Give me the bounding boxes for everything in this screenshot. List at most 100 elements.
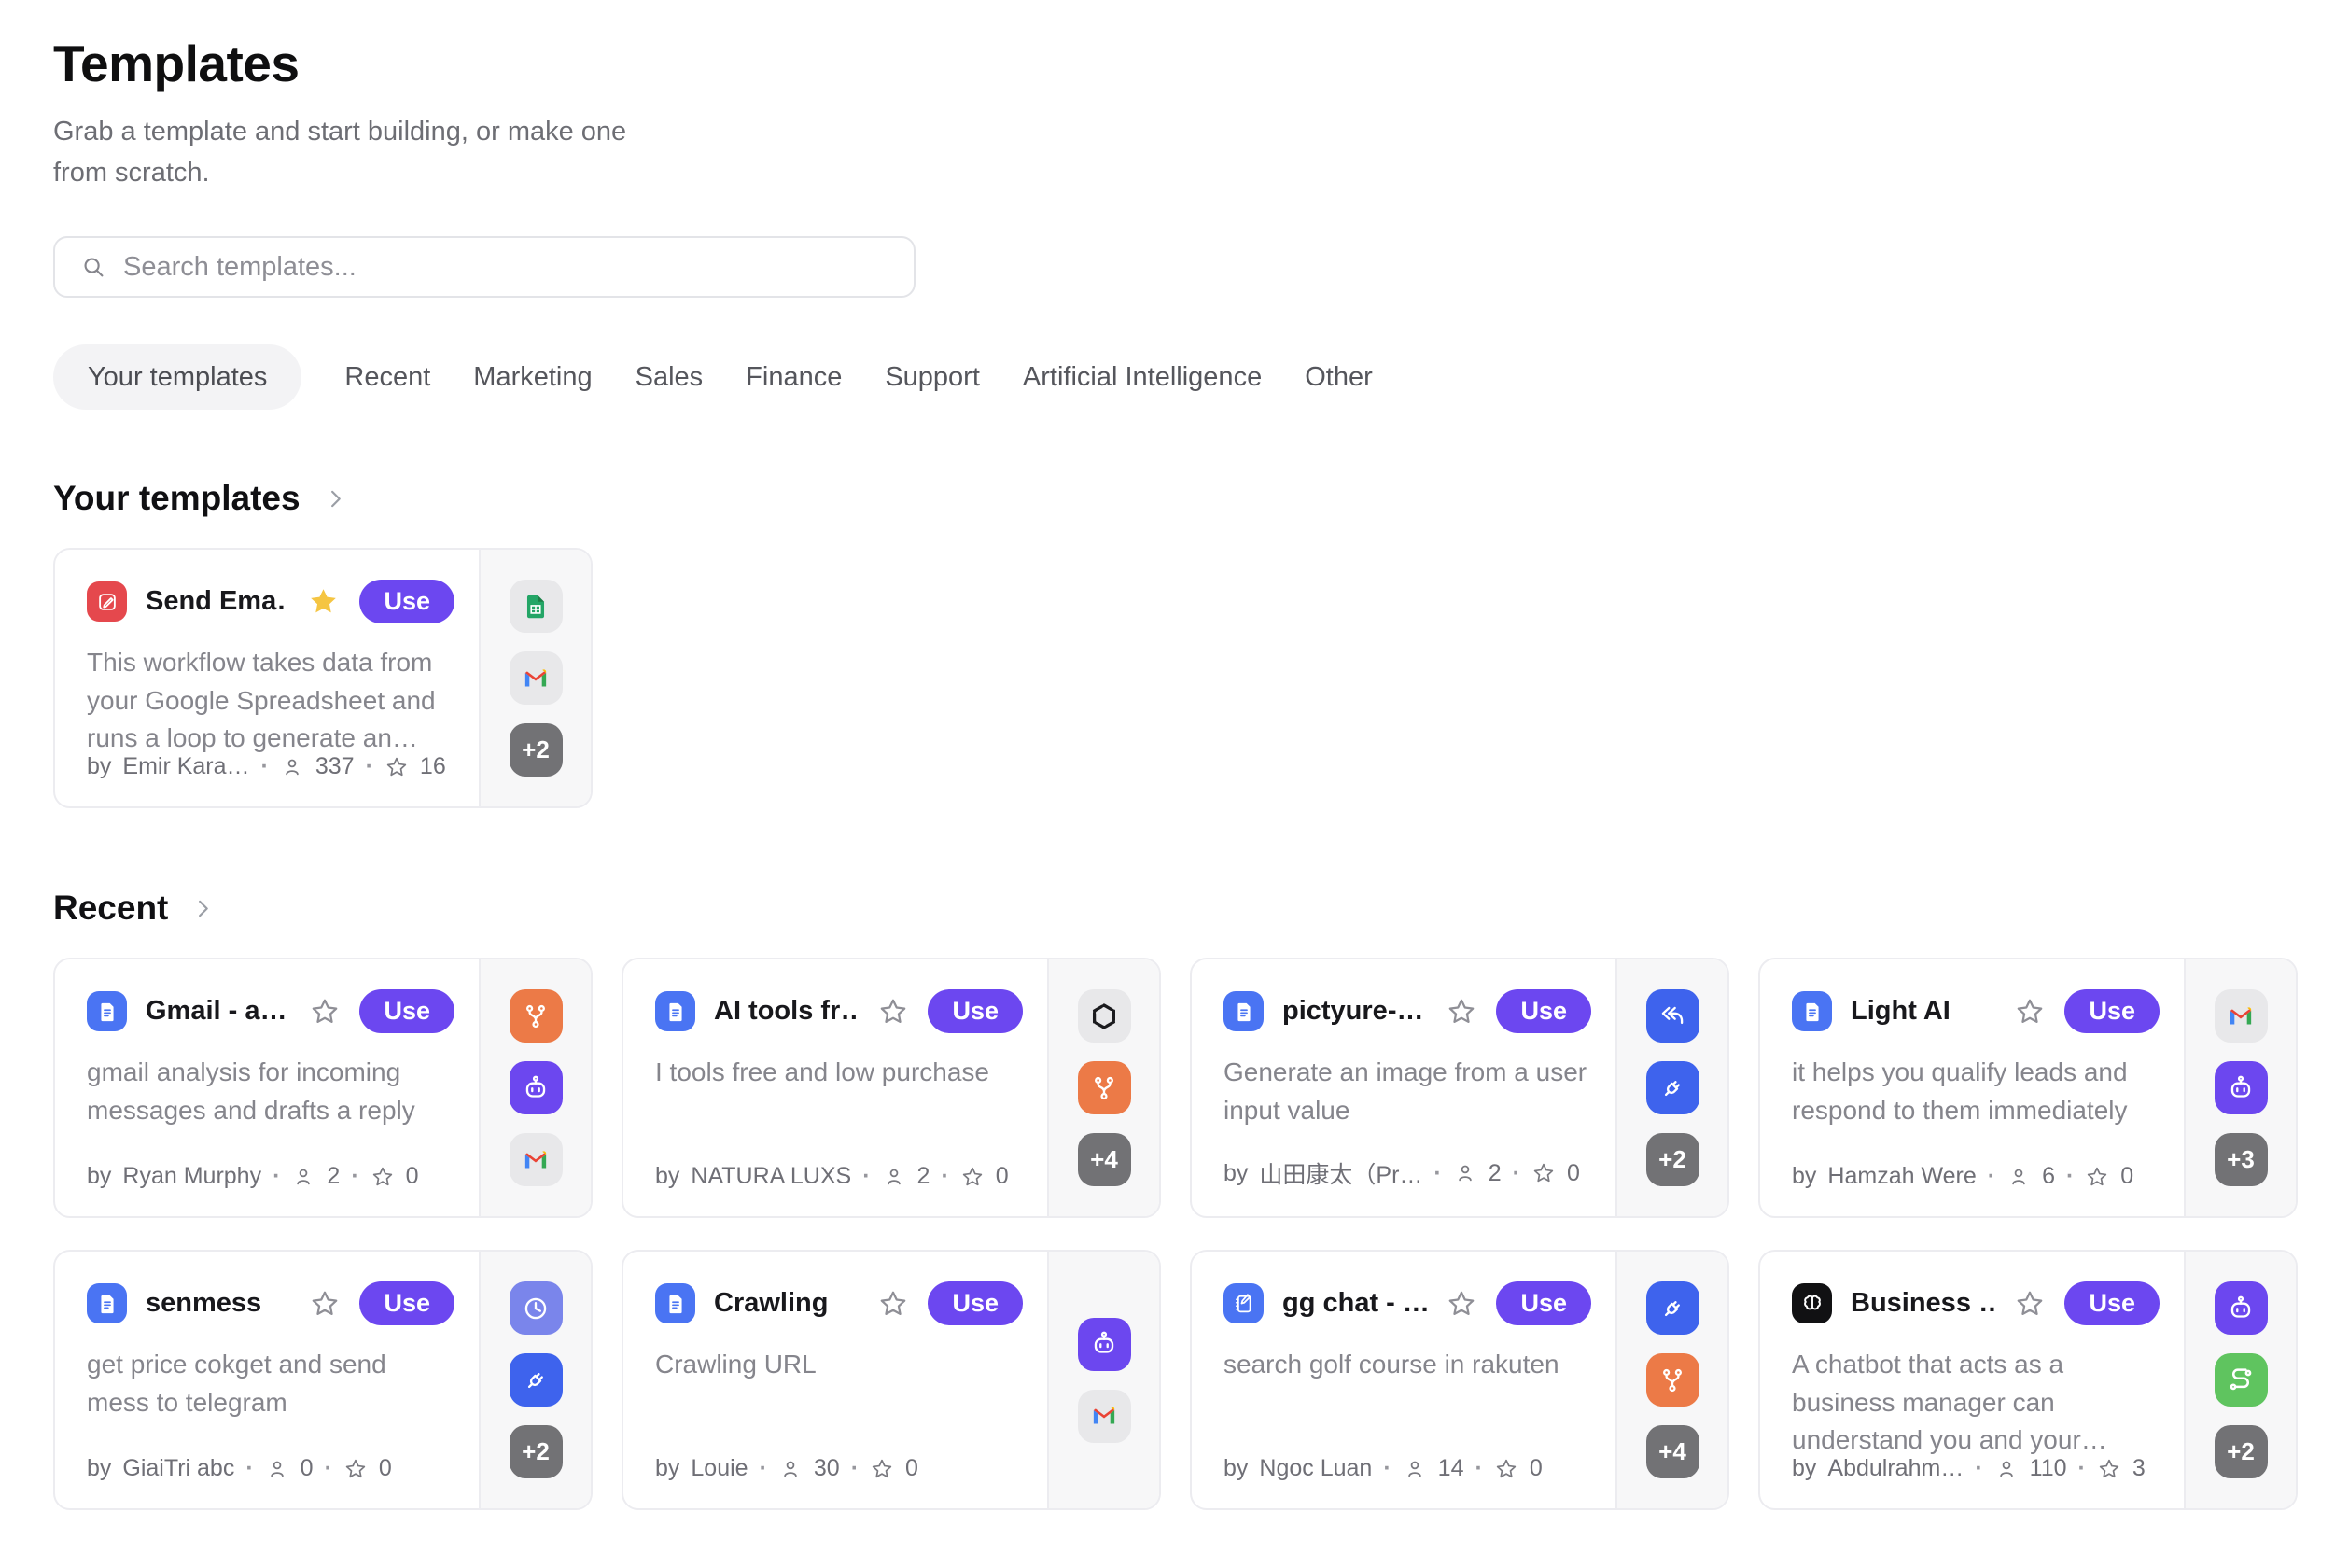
- users-icon: [1403, 1457, 1427, 1481]
- filter-tab[interactable]: Marketing: [473, 344, 592, 410]
- search-icon: [79, 253, 107, 281]
- user-count: 2: [917, 1163, 930, 1190]
- separator-dot: ·: [325, 1455, 332, 1482]
- template-description: I tools free and low purchase: [655, 1054, 1023, 1092]
- section-heading[interactable]: Your templates: [53, 479, 2282, 518]
- filter-tab[interactable]: Your templates: [53, 344, 301, 410]
- integration-icon-tile: +4: [1078, 1133, 1131, 1186]
- star-outline-icon: [1446, 1288, 1477, 1320]
- favorite-star-button[interactable]: [877, 996, 909, 1028]
- more-integrations-badge: +4: [1658, 1437, 1686, 1466]
- card-header: pictyure-… Use: [1223, 989, 1591, 1033]
- favorite-star-button[interactable]: [1446, 996, 1477, 1028]
- more-integrations-badge: +2: [522, 735, 550, 764]
- separator-dot: ·: [273, 1163, 280, 1190]
- filter-tab-label: Sales: [636, 362, 704, 392]
- template-card[interactable]: Light AI Use it helps you qualify leads …: [1758, 958, 2298, 1218]
- search-box[interactable]: [53, 236, 916, 298]
- filter-tab[interactable]: Finance: [746, 344, 842, 410]
- template-meta: by Louie · 30 · 0: [655, 1455, 1023, 1482]
- users-icon: [778, 1457, 803, 1481]
- user-count: 0: [301, 1455, 314, 1482]
- integration-rail: +2: [1615, 959, 1727, 1216]
- more-integrations-badge: +4: [1090, 1145, 1118, 1174]
- integration-icon-tile: +2: [2215, 1425, 2268, 1478]
- use-button[interactable]: Use: [928, 989, 1023, 1033]
- star-count: 0: [379, 1455, 392, 1482]
- template-card[interactable]: Crawling Use Crawling URL by: [622, 1250, 1161, 1510]
- use-button[interactable]: Use: [359, 1281, 454, 1325]
- author-name: Abdulrahm…: [1827, 1456, 1964, 1482]
- user-count: 30: [814, 1455, 840, 1482]
- separator-dot: ·: [760, 1455, 767, 1482]
- use-button[interactable]: Use: [928, 1281, 1023, 1325]
- star-outline-icon: [877, 1288, 909, 1320]
- template-meta: by Abdulrahm… · 110 · 3: [1792, 1456, 2160, 1482]
- template-card[interactable]: Business … Use A chatbot that acts as a …: [1758, 1250, 2298, 1510]
- star-count-icon: [1494, 1457, 1518, 1481]
- users-icon: [265, 1457, 289, 1481]
- section-title: Recent: [53, 889, 168, 928]
- by-label: by: [87, 1455, 111, 1482]
- filter-tab[interactable]: Recent: [344, 344, 430, 410]
- use-button[interactable]: Use: [1496, 989, 1591, 1033]
- favorite-star-button[interactable]: [306, 584, 341, 619]
- template-section: Your templates Send Ema…: [53, 479, 2282, 808]
- filter-tab-label: Recent: [344, 362, 430, 392]
- star-count-icon: [343, 1457, 368, 1481]
- separator-dot: ·: [2066, 1163, 2074, 1190]
- card-content: senmess Use get price cokget and send me…: [55, 1252, 479, 1508]
- use-button[interactable]: Use: [1496, 1281, 1591, 1325]
- page-subtitle: Grab a template and start building, or m…: [53, 112, 632, 193]
- filter-tab[interactable]: Support: [885, 344, 980, 410]
- template-card[interactable]: senmess Use get price cokget and send me…: [53, 1250, 593, 1510]
- template-card[interactable]: AI tools fr… Use I tools free and low pu…: [622, 958, 1161, 1218]
- users-icon: [2006, 1165, 2031, 1189]
- favorite-star-button[interactable]: [2014, 1288, 2046, 1320]
- template-card[interactable]: Send Ema… Use This workflow takes data f…: [53, 548, 593, 808]
- integration-icon-tile: [2215, 1061, 2268, 1114]
- template-section: Recent Gmail - a…: [53, 889, 2282, 1510]
- star-count-icon: [960, 1165, 985, 1189]
- template-meta: by GiaiTri abc · 0 · 0: [87, 1455, 454, 1482]
- favorite-star-button[interactable]: [877, 1288, 909, 1320]
- separator-dot: ·: [1988, 1163, 1995, 1190]
- separator-dot: ·: [1475, 1455, 1482, 1482]
- star-count-icon: [385, 755, 409, 779]
- user-count: 2: [1489, 1160, 1502, 1187]
- user-count: 337: [315, 754, 355, 780]
- integration-rail: +4: [1615, 1252, 1727, 1508]
- use-button[interactable]: Use: [2064, 1281, 2160, 1325]
- integration-rail: +2: [479, 550, 591, 806]
- card-content: pictyure-… Use Generate an image from a …: [1192, 959, 1615, 1216]
- integration-rail: [1047, 1252, 1159, 1508]
- filter-tab[interactable]: Other: [1305, 344, 1373, 410]
- template-description: A chatbot that acts as a business manage…: [1792, 1346, 2160, 1456]
- favorite-star-button[interactable]: [2014, 996, 2046, 1028]
- search-input[interactable]: [121, 251, 901, 284]
- use-button[interactable]: Use: [359, 580, 454, 623]
- use-button[interactable]: Use: [2064, 989, 2160, 1033]
- integration-icon-tile: [2215, 1281, 2268, 1335]
- card-header: Business … Use: [1792, 1281, 2160, 1325]
- template-card[interactable]: gg chat - … Use search golf course in ra…: [1190, 1250, 1729, 1510]
- section-heading[interactable]: Recent: [53, 889, 2282, 928]
- filter-tabs: Your templates Recent Marketing Sales Fi…: [53, 344, 2282, 410]
- template-card[interactable]: Gmail - a… Use gmail analysis for incomi…: [53, 958, 593, 1218]
- use-button[interactable]: Use: [359, 989, 454, 1033]
- filter-tab[interactable]: Sales: [636, 344, 704, 410]
- integration-icon-tile: [1078, 1318, 1131, 1371]
- star-count-icon: [1531, 1161, 1556, 1185]
- favorite-star-button[interactable]: [309, 996, 341, 1028]
- template-card[interactable]: pictyure-… Use Generate an image from a …: [1190, 958, 1729, 1218]
- separator-dot: ·: [851, 1455, 859, 1482]
- more-integrations-badge: +3: [2227, 1145, 2255, 1174]
- integration-icon-tile: [1078, 1061, 1131, 1114]
- template-type-icon: [655, 1283, 695, 1323]
- favorite-star-button[interactable]: [1446, 1288, 1477, 1320]
- template-type-icon: [1792, 1283, 1832, 1323]
- integration-rail: [479, 959, 591, 1216]
- filter-tab[interactable]: Artificial Intelligence: [1023, 344, 1262, 410]
- star-count-icon: [2085, 1165, 2109, 1189]
- favorite-star-button[interactable]: [309, 1288, 341, 1320]
